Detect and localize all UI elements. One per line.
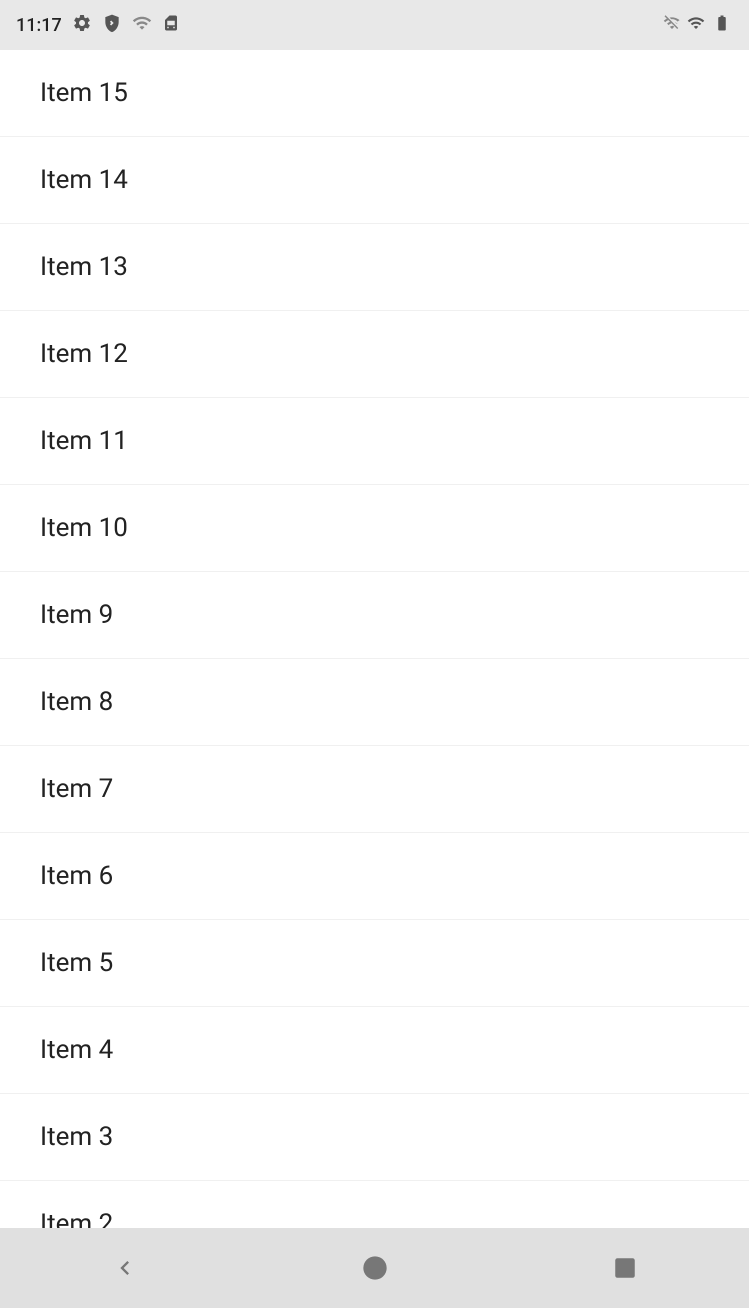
list-item[interactable]: Item 7 (0, 746, 749, 833)
list-item[interactable]: Item 14 (0, 137, 749, 224)
status-time: 11:17 (16, 15, 62, 36)
shield-icon (102, 13, 122, 38)
wifi-icon (132, 13, 152, 38)
signal-icon (687, 14, 705, 36)
list-item[interactable]: Item 6 (0, 833, 749, 920)
list-item[interactable]: Item 3 (0, 1094, 749, 1181)
list-item[interactable]: Item 13 (0, 224, 749, 311)
settings-icon (72, 13, 92, 38)
wifi-off-icon (663, 14, 681, 36)
list-item[interactable]: Item 5 (0, 920, 749, 1007)
back-button[interactable] (101, 1244, 149, 1292)
navigation-bar (0, 1228, 749, 1308)
list-item[interactable]: Item 2 (0, 1181, 749, 1228)
status-bar-right (663, 14, 733, 36)
recents-button[interactable] (602, 1245, 648, 1291)
item-list[interactable]: Item 15Item 14Item 13Item 12Item 11Item … (0, 50, 749, 1228)
sim-icon (162, 13, 180, 38)
status-bar-left: 11:17 (16, 13, 180, 38)
list-item[interactable]: Item 12 (0, 311, 749, 398)
list-item[interactable]: Item 10 (0, 485, 749, 572)
list-item[interactable]: Item 9 (0, 572, 749, 659)
list-item[interactable]: Item 11 (0, 398, 749, 485)
status-bar: 11:17 (0, 0, 749, 50)
battery-icon (711, 14, 733, 36)
home-button[interactable] (351, 1244, 399, 1292)
list-item[interactable]: Item 4 (0, 1007, 749, 1094)
list-item[interactable]: Item 15 (0, 50, 749, 137)
list-item[interactable]: Item 8 (0, 659, 749, 746)
